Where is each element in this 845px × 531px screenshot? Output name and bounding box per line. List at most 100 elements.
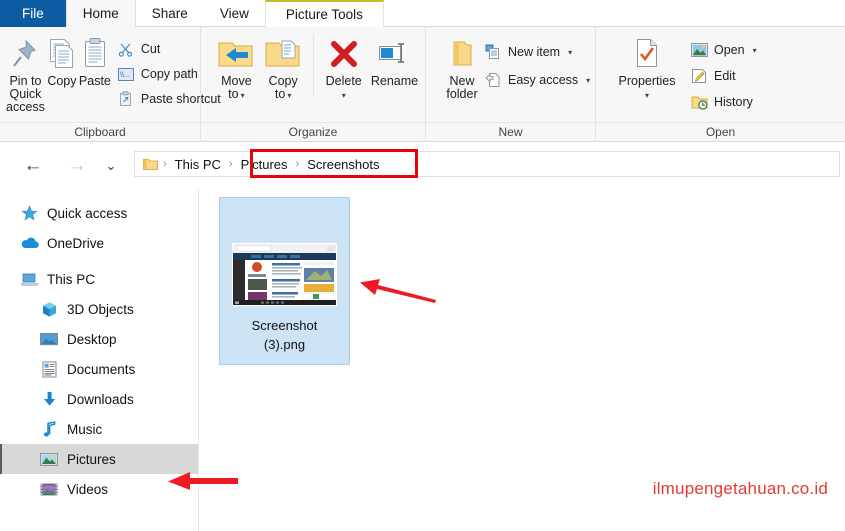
paste-icon	[82, 36, 108, 72]
edit-button[interactable]: Edit	[686, 65, 761, 87]
computer-icon	[18, 270, 40, 288]
breadcrumb-item-pictures[interactable]: Pictures	[236, 157, 293, 172]
rename-button[interactable]: Rename	[370, 32, 419, 88]
sidebar-item-onedrive[interactable]: OneDrive	[0, 228, 198, 258]
organize-divider	[312, 34, 314, 96]
watermark: ilmupengetahuan.co.id	[652, 479, 828, 498]
sidebar-item-label: Documents	[67, 361, 136, 377]
tab-share-label: Share	[151, 6, 188, 21]
new-folder-icon	[446, 36, 478, 72]
annotation-arrow-to-file	[360, 279, 436, 303]
cloud-icon	[18, 234, 40, 252]
copy-to-label: Copy to ▾	[268, 74, 298, 101]
move-to-icon	[217, 36, 255, 72]
annotation-arrow-to-pictures	[168, 472, 238, 490]
sidebar-item-label: OneDrive	[47, 235, 105, 251]
tab-home[interactable]: Home	[65, 0, 136, 27]
back-button[interactable]: ←	[18, 151, 48, 181]
cut-label: Cut	[140, 42, 161, 56]
forward-button[interactable]: →	[62, 151, 92, 181]
sidebar-item-documents[interactable]: Documents	[0, 354, 198, 384]
edit-icon	[690, 67, 708, 85]
sidebar-item-label: Downloads	[67, 391, 134, 407]
copy-button[interactable]: Copy	[47, 32, 77, 88]
chevron-down-icon: ▾	[568, 47, 573, 57]
open-label: Open	[714, 43, 745, 57]
sidebar-item-label: Desktop	[67, 331, 117, 347]
ribbon-group-clipboard: Pin to Quick access Copy Paste Cut \\...…	[0, 27, 221, 142]
sidebar-item-downloads[interactable]: Downloads	[0, 384, 198, 414]
history-button[interactable]: History	[686, 91, 761, 113]
easy-access-button[interactable]: Easy access ▾	[480, 69, 594, 91]
sidebar-item-quick-access[interactable]: Quick access	[0, 198, 198, 228]
ribbon-group-open: Properties ▾ Open ▾ Edit History Open	[595, 27, 845, 142]
file-item-screenshot[interactable]: Screenshot (3).png	[219, 197, 350, 365]
tab-file-label: File	[22, 6, 44, 21]
copy-to-icon	[264, 36, 302, 72]
pin-to-quick-access-button[interactable]: Pin to Quick access	[6, 32, 45, 114]
easy-access-label: Easy access	[508, 73, 579, 87]
paste-label: Paste	[78, 74, 111, 88]
delete-button[interactable]: Delete ▾	[321, 32, 366, 101]
history-icon	[690, 93, 708, 111]
sidebar-item-label: Music	[67, 421, 103, 437]
sidebar-item-label: Videos	[67, 481, 109, 497]
recent-locations-button[interactable]: ⌄	[100, 151, 122, 181]
new-folder-label: New folder	[446, 74, 478, 101]
pin-icon	[10, 36, 40, 72]
file-name: Screenshot (3).png	[251, 318, 318, 352]
new-item-button[interactable]: New item ▾	[480, 41, 594, 63]
new-folder-button[interactable]: New folder	[446, 32, 478, 101]
documents-icon	[38, 360, 60, 378]
3d-objects-icon	[38, 300, 60, 318]
sidebar-item-desktop[interactable]: Desktop	[0, 324, 198, 354]
ribbon-group-clipboard-label: Clipboard	[0, 122, 200, 142]
star-icon	[18, 204, 40, 222]
ribbon-group-new-label: New	[426, 122, 595, 142]
forward-arrow-icon: →	[67, 155, 87, 176]
ribbon-group-open-label: Open	[596, 122, 845, 142]
ribbon-group-new: New folder New item ▾ Easy access ▾ New	[425, 27, 595, 142]
sidebar-item-this-pc[interactable]: This PC	[0, 264, 198, 294]
desktop-icon	[38, 330, 60, 348]
chevron-down-icon: ▾	[752, 45, 757, 55]
sidebar-item-label: Pictures	[67, 451, 116, 467]
breadcrumb-item-screenshots[interactable]: Screenshots	[302, 157, 384, 172]
open-picture-icon	[690, 41, 708, 59]
copy-path-icon: \\...	[117, 65, 135, 83]
properties-label: Properties ▾	[618, 74, 676, 100]
tab-home-label: Home	[82, 6, 119, 21]
ribbon-tabstrip: File Home Share View Picture Tools	[0, 0, 845, 27]
move-to-button[interactable]: Move to ▾	[215, 32, 258, 102]
breadcrumb-item-this-pc[interactable]: This PC	[170, 157, 226, 172]
tab-file[interactable]: File	[0, 0, 66, 27]
easy-access-icon	[484, 71, 502, 89]
music-icon	[38, 420, 60, 438]
svg-text:\\...: \\...	[120, 72, 130, 79]
tab-view[interactable]: View	[204, 0, 265, 27]
tab-share[interactable]: Share	[136, 0, 204, 27]
browser-screenshot-thumbnail	[230, 241, 339, 308]
breadcrumb[interactable]: › This PC › Pictures › Screenshots	[134, 151, 840, 177]
open-small-commands: Open ▾ Edit History	[686, 32, 761, 113]
paste-button[interactable]: Paste	[79, 32, 111, 88]
move-to-label: Move to ▾	[221, 74, 252, 101]
sidebar-item-3d-objects[interactable]: 3D Objects	[0, 294, 198, 324]
pin-to-quick-access-label: Pin to Quick access	[6, 74, 45, 114]
ribbon-group-organize: Move to ▾ Copy to ▾ Delete ▾ Rename Orga…	[200, 27, 425, 142]
copy-to-button[interactable]: Copy to ▾	[262, 32, 305, 102]
downloads-icon	[38, 390, 60, 408]
sidebar-item-music[interactable]: Music	[0, 414, 198, 444]
file-explorer-window: File Home Share View Picture Tools Pin t…	[0, 0, 845, 531]
copy-path-label: Copy path	[140, 67, 198, 81]
pictures-icon	[38, 450, 60, 468]
properties-button[interactable]: Properties ▾	[610, 32, 684, 101]
open-button[interactable]: Open ▾	[686, 39, 761, 61]
scissors-icon	[117, 40, 135, 58]
new-small-commands: New item ▾ Easy access ▾	[480, 32, 594, 91]
tab-picture-tools[interactable]: Picture Tools	[264, 0, 384, 27]
tab-picture-tools-label: Picture Tools	[285, 7, 363, 22]
ribbon: Pin to Quick access Copy Paste Cut \\...…	[0, 27, 845, 142]
rename-label: Rename	[370, 74, 419, 88]
tab-view-label: View	[219, 6, 249, 21]
